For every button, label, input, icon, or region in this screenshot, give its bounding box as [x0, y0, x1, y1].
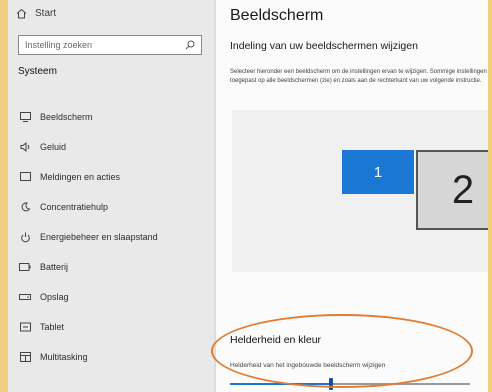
display-arrangement-area[interactable]: 1 2	[232, 110, 488, 272]
monitor-2-label: 2	[451, 167, 475, 212]
slider-fill	[230, 383, 331, 385]
sidebar-item-geluid[interactable]: Geluid	[8, 132, 214, 162]
sidebar-item-multitasking[interactable]: Multitasking	[8, 342, 214, 372]
sidebar-item-label: Tablet	[40, 322, 65, 332]
home-label: Start	[35, 8, 57, 19]
sidebar-item-energiebeheer[interactable]: Energiebeheer en slaapstand	[8, 222, 214, 252]
main-content: Beeldscherm Indeling van uw beeldscherme…	[216, 0, 488, 392]
layout-description: Selecteer hieronder een beeldscherm om d…	[230, 68, 488, 86]
sidebar-item-label: Batterij	[40, 262, 69, 272]
sidebar-item-label: Energiebeheer en slaapstand	[40, 232, 158, 242]
brightness-title: Helderheid en kleur	[230, 334, 322, 346]
frame-right	[488, 0, 492, 392]
brightness-description: Helderheid van het ingebouwde beeldscher…	[230, 362, 386, 369]
section-subtitle: Indeling van uw beeldschermen wijzigen	[230, 40, 418, 52]
home-link[interactable]: Start	[16, 8, 56, 19]
monitor-2-tile[interactable]: 2	[416, 150, 488, 230]
sidebar-item-meldingen[interactable]: Meldingen en acties	[8, 162, 214, 192]
sidebar-item-batterij[interactable]: Batterij	[8, 252, 214, 282]
storage-icon	[19, 291, 31, 303]
description-line: toegepast op alle beeldschermen (zie) en…	[230, 78, 482, 84]
search-input[interactable]: Instelling zoeken	[18, 35, 202, 55]
sidebar-item-label: Opslag	[40, 292, 69, 302]
sidebar-item-label: Concentratiehulp	[40, 202, 109, 212]
search-icon	[185, 40, 195, 50]
moon-icon	[19, 201, 31, 213]
description-line: Selecteer hieronder een beeldscherm om d…	[230, 69, 488, 75]
multitasking-icon	[19, 351, 31, 363]
monitor-1-label: 1	[373, 163, 383, 181]
sidebar-item-beeldscherm[interactable]: Beeldscherm	[8, 102, 214, 132]
sidebar-item-concentratiehulp[interactable]: Concentratiehulp	[8, 192, 214, 222]
sidebar-item-label: Beeldscherm	[40, 112, 93, 122]
sidebar: Start Instelling zoeken Systeem Beeldsch…	[8, 0, 214, 392]
battery-icon	[19, 261, 31, 273]
sidebar-item-label: Meldingen en acties	[40, 172, 121, 182]
tablet-icon	[19, 321, 31, 333]
notifications-icon	[19, 171, 31, 183]
speaker-icon	[19, 141, 31, 153]
sidebar-item-opslag[interactable]: Opslag	[8, 282, 214, 312]
sidebar-item-label: Geluid	[40, 142, 67, 152]
sidebar-item-tablet[interactable]: Tablet	[8, 312, 214, 342]
search-placeholder: Instelling zoeken	[25, 40, 93, 50]
brightness-slider[interactable]	[230, 378, 470, 392]
page-title: Beeldscherm	[230, 7, 324, 24]
slider-thumb[interactable]	[329, 378, 333, 390]
home-icon	[16, 8, 27, 19]
monitor-icon	[19, 111, 31, 123]
monitor-1-tile[interactable]: 1	[342, 150, 414, 194]
section-title: Systeem	[18, 66, 57, 77]
sidebar-item-label: Multitasking	[40, 352, 88, 362]
frame-left	[0, 0, 8, 392]
power-icon	[19, 231, 31, 243]
